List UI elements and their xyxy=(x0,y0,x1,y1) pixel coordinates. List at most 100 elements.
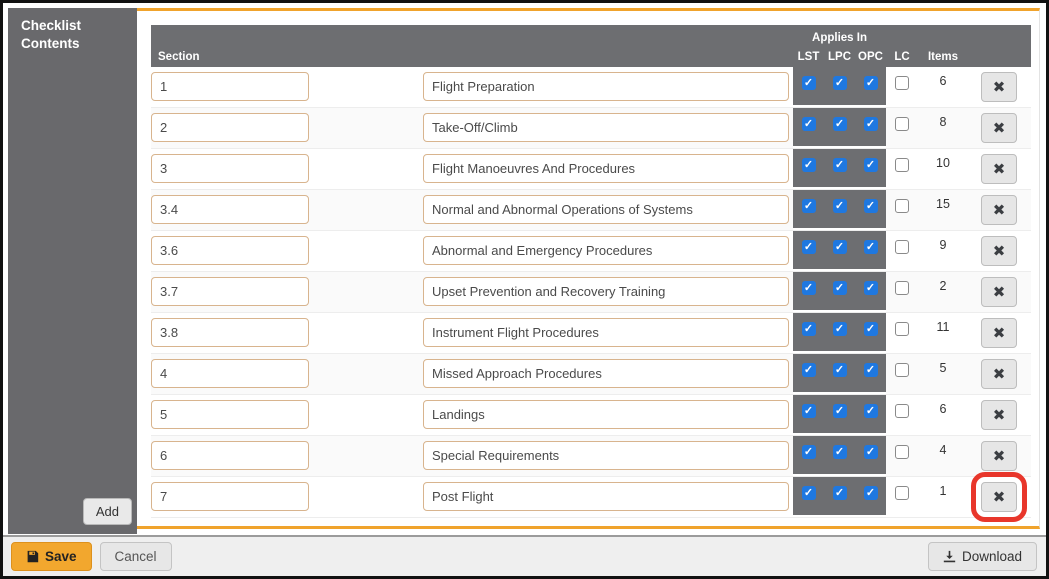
lc-checkbox[interactable] xyxy=(895,322,909,336)
section-number-input[interactable] xyxy=(151,195,309,224)
add-section-button[interactable]: Add xyxy=(83,498,132,525)
delete-row-button[interactable]: ✖ xyxy=(981,359,1017,389)
items-count: 6 xyxy=(918,402,968,416)
lc-checkbox[interactable] xyxy=(895,404,909,418)
delete-row-button[interactable]: ✖ xyxy=(981,154,1017,184)
section-number-input[interactable] xyxy=(151,277,309,306)
table-row: ✓ ✓ ✓ 15 ✖ xyxy=(151,190,1031,231)
lst-checkbox[interactable]: ✓ xyxy=(802,158,816,172)
lst-checkbox[interactable]: ✓ xyxy=(802,404,816,418)
lpc-checkbox[interactable]: ✓ xyxy=(833,322,847,336)
lc-checkbox[interactable] xyxy=(895,281,909,295)
items-count: 1 xyxy=(918,484,968,498)
delete-row-button[interactable]: ✖ xyxy=(981,277,1017,307)
section-number-input[interactable] xyxy=(151,400,309,429)
section-number-input[interactable] xyxy=(151,72,309,101)
lst-checkbox[interactable]: ✓ xyxy=(802,240,816,254)
opc-cell: ✓ xyxy=(855,354,886,394)
lpc-checkbox[interactable]: ✓ xyxy=(833,404,847,418)
section-name-input[interactable] xyxy=(423,113,789,142)
section-number-input[interactable] xyxy=(151,154,309,183)
delete-row-button[interactable]: ✖ xyxy=(981,113,1017,143)
section-name-input[interactable] xyxy=(423,195,789,224)
lc-checkbox[interactable] xyxy=(895,240,909,254)
table-row: ✓ ✓ ✓ 10 ✖ xyxy=(151,149,1031,190)
delete-icon: ✖ xyxy=(993,78,1006,96)
opc-checkbox[interactable]: ✓ xyxy=(864,240,878,254)
delete-row-button[interactable]: ✖ xyxy=(981,72,1017,102)
opc-checkbox[interactable]: ✓ xyxy=(864,199,878,213)
lc-checkbox[interactable] xyxy=(895,445,909,459)
lpc-checkbox[interactable]: ✓ xyxy=(833,486,847,500)
lst-checkbox[interactable]: ✓ xyxy=(802,486,816,500)
lst-checkbox[interactable]: ✓ xyxy=(802,281,816,295)
section-name-input[interactable] xyxy=(423,318,789,347)
lpc-checkbox[interactable]: ✓ xyxy=(833,158,847,172)
section-name-input[interactable] xyxy=(423,154,789,183)
lc-checkbox[interactable] xyxy=(895,158,909,172)
section-number-input[interactable] xyxy=(151,113,309,142)
lst-cell: ✓ xyxy=(793,354,824,394)
lc-checkbox[interactable] xyxy=(895,76,909,90)
lc-checkbox[interactable] xyxy=(895,117,909,131)
sidebar: Checklist Contents Add xyxy=(8,8,137,534)
section-name-input[interactable] xyxy=(423,72,789,101)
lpc-checkbox[interactable]: ✓ xyxy=(833,240,847,254)
opc-checkbox[interactable]: ✓ xyxy=(864,445,878,459)
save-button[interactable]: Save xyxy=(11,542,92,571)
section-number-input[interactable] xyxy=(151,441,309,470)
lst-checkbox[interactable]: ✓ xyxy=(802,117,816,131)
delete-icon: ✖ xyxy=(993,447,1006,465)
lst-checkbox[interactable]: ✓ xyxy=(802,322,816,336)
lst-checkbox[interactable]: ✓ xyxy=(802,363,816,377)
table-row: ✓ ✓ ✓ 4 ✖ xyxy=(151,436,1031,477)
lpc-checkbox[interactable]: ✓ xyxy=(833,281,847,295)
lpc-checkbox[interactable]: ✓ xyxy=(833,199,847,213)
opc-cell: ✓ xyxy=(855,313,886,353)
opc-checkbox[interactable]: ✓ xyxy=(864,281,878,295)
section-name-input[interactable] xyxy=(423,236,789,265)
items-count: 5 xyxy=(918,361,968,375)
section-number-input[interactable] xyxy=(151,236,309,265)
lst-checkbox[interactable]: ✓ xyxy=(802,445,816,459)
opc-checkbox[interactable]: ✓ xyxy=(864,363,878,377)
table-row: ✓ ✓ ✓ 6 ✖ xyxy=(151,67,1031,108)
delete-row-button[interactable]: ✖ xyxy=(981,400,1017,430)
section-number-input[interactable] xyxy=(151,318,309,347)
opc-checkbox[interactable]: ✓ xyxy=(864,158,878,172)
section-name-input[interactable] xyxy=(423,359,789,388)
lst-checkbox[interactable]: ✓ xyxy=(802,199,816,213)
opc-checkbox[interactable]: ✓ xyxy=(864,322,878,336)
download-button[interactable]: Download xyxy=(928,542,1037,571)
lpc-checkbox[interactable]: ✓ xyxy=(833,363,847,377)
lc-checkbox[interactable] xyxy=(895,199,909,213)
section-name-input[interactable] xyxy=(423,400,789,429)
lc-checkbox[interactable] xyxy=(895,363,909,377)
delete-row-button[interactable]: ✖ xyxy=(981,195,1017,225)
opc-cell: ✓ xyxy=(855,67,886,107)
section-number-input[interactable] xyxy=(151,359,309,388)
lpc-cell: ✓ xyxy=(824,477,855,517)
delete-row-button[interactable]: ✖ xyxy=(981,441,1017,471)
opc-checkbox[interactable]: ✓ xyxy=(864,117,878,131)
section-name-input[interactable] xyxy=(423,482,789,511)
opc-checkbox[interactable]: ✓ xyxy=(864,404,878,418)
opc-checkbox[interactable]: ✓ xyxy=(864,486,878,500)
lpc-checkbox[interactable]: ✓ xyxy=(833,76,847,90)
delete-row-button[interactable]: ✖ xyxy=(981,318,1017,348)
lpc-checkbox[interactable]: ✓ xyxy=(833,117,847,131)
delete-row-button[interactable]: ✖ xyxy=(981,236,1017,266)
lst-cell: ✓ xyxy=(793,395,824,435)
table-row: ✓ ✓ ✓ 1 ✖ xyxy=(151,477,1031,518)
section-number-input[interactable] xyxy=(151,482,309,511)
lc-checkbox[interactable] xyxy=(895,486,909,500)
delete-row-button[interactable]: ✖ xyxy=(981,482,1017,512)
section-name-input[interactable] xyxy=(423,277,789,306)
lpc-checkbox[interactable]: ✓ xyxy=(833,445,847,459)
section-name-input[interactable] xyxy=(423,441,789,470)
column-header-section: Section xyxy=(151,51,423,67)
lst-checkbox[interactable]: ✓ xyxy=(802,76,816,90)
cancel-button[interactable]: Cancel xyxy=(100,542,172,571)
opc-checkbox[interactable]: ✓ xyxy=(864,76,878,90)
app-window: Checklist Contents Add Applies In Sectio… xyxy=(0,0,1049,579)
